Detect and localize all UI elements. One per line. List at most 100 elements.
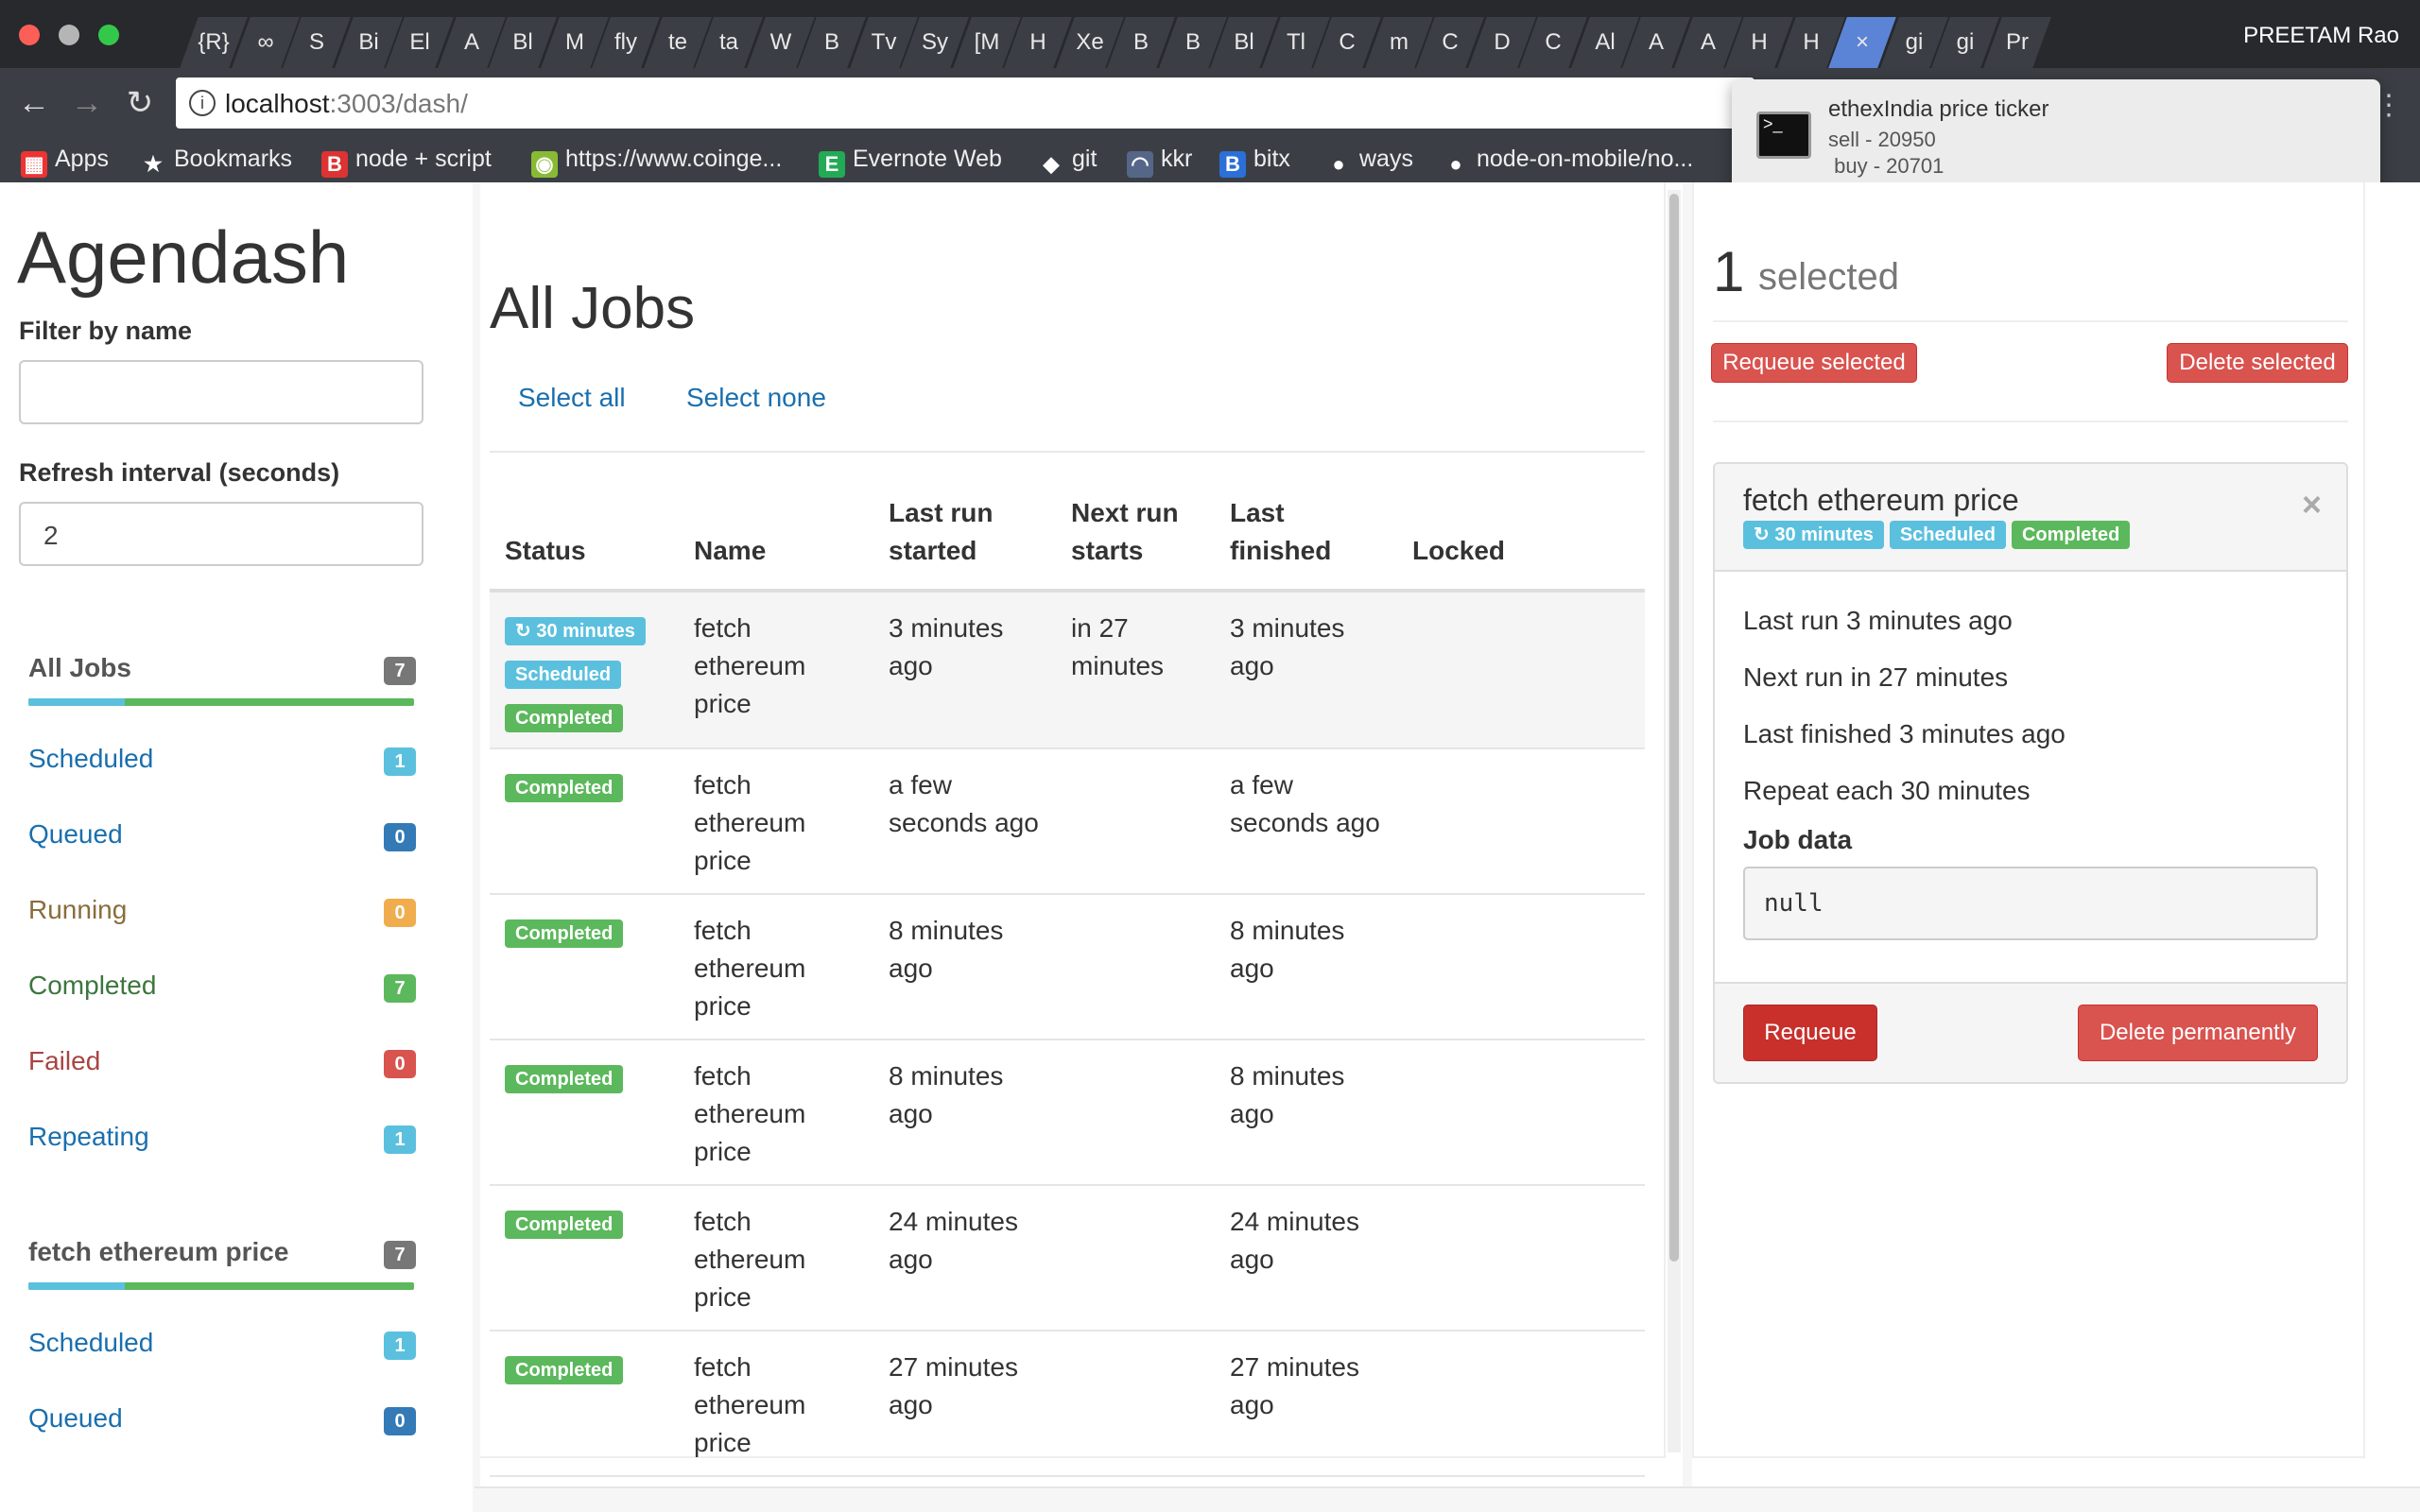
browser-tab-label: Al: [1594, 29, 1616, 55]
bookmark-icon: ★: [144, 152, 163, 176]
filter-input[interactable]: [19, 360, 424, 424]
bookmark-item[interactable]: E Evernote Web: [819, 142, 1002, 178]
progress-queued-segment: [28, 698, 125, 706]
bookmark-label: ways: [1359, 146, 1413, 172]
badge-text: Completed: [515, 1214, 614, 1235]
nav-count-badge: 0: [384, 899, 416, 927]
close-window-button[interactable]: [19, 25, 40, 45]
bookmark-icon: ●: [1449, 152, 1462, 176]
bookmark-item[interactable]: ▦ Apps: [21, 142, 109, 178]
bookmark-icon: B: [321, 151, 348, 178]
detail-repeat: Repeat each 30 minutes: [1743, 776, 2031, 805]
nav-queued[interactable]: Queued 0: [28, 1403, 416, 1435]
table-row[interactable]: Completed fetch ethereum price 24 minutes …: [490, 1185, 1645, 1332]
scheduled-badge: Scheduled: [1889, 521, 2006, 549]
bookmark-item[interactable]: Bnode + script: [321, 142, 492, 178]
refresh-interval-input[interactable]: 2: [19, 502, 424, 566]
browser-tab-label: ×: [1855, 29, 1869, 55]
browser-tab-label: ∞: [256, 29, 274, 55]
nav-group-fetch-ethereum-price[interactable]: fetch ethereum price 7: [28, 1237, 416, 1269]
bookmark-item[interactable]: ● node-on-mobile/no...: [1443, 142, 1693, 176]
browser-tab-label: gi: [1905, 29, 1923, 55]
detail-last-run: Last run 3 minutes ago: [1743, 606, 2013, 635]
requeue-button[interactable]: Requeue: [1743, 1005, 1877, 1061]
forward-arrow-icon[interactable]: →: [68, 85, 106, 123]
bookmark-item[interactable]: ◠ kkr: [1127, 142, 1192, 178]
bookmark-item[interactable]: ◆ git: [1038, 142, 1098, 176]
next-run-cell: [1056, 1040, 1215, 1186]
url-path: :3003/dash/: [329, 89, 468, 118]
browser-tab-label: ta: [718, 29, 738, 55]
completed-badge: Completed: [505, 1356, 624, 1384]
table-row[interactable]: ↻ 30 minutes Scheduled Completed fetch ethe…: [490, 591, 1645, 749]
nav-repeating[interactable]: Repeating 1: [28, 1122, 416, 1154]
nav-count-badge: 0: [384, 823, 416, 851]
refresh-label: Refresh interval (seconds): [19, 458, 340, 487]
jobs-table: Status Name Last run started Next run start…: [490, 494, 1645, 1477]
table-row[interactable]: Completed fetch ethereum price 8 minutes a…: [490, 894, 1645, 1040]
bookmark-item[interactable]: ★ Bookmarks: [140, 142, 292, 176]
bookmark-item[interactable]: Bbitx: [1219, 142, 1290, 178]
profile-name[interactable]: PREETAM Rao: [2243, 23, 2399, 49]
column-header-last-finished[interactable]: Last finished: [1215, 494, 1397, 593]
table-row[interactable]: Completed fetch ethereum price 8 minutes a…: [490, 1040, 1645, 1186]
browser-tab-label: Bl: [512, 29, 533, 55]
completed-badge: Completed: [505, 1211, 624, 1239]
url-text[interactable]: localhost:3003/dash/: [225, 89, 468, 119]
column-divider: [473, 182, 480, 1512]
last-finished-cell: 24 minutes ago: [1215, 1185, 1397, 1332]
nav-label: Scheduled: [28, 744, 154, 773]
notification-sell: sell - 20950: [1828, 128, 1936, 151]
table-row[interactable]: Completed fetch ethereum price a few secon…: [490, 748, 1645, 895]
jobs-scrollbar[interactable]: [1668, 190, 1681, 1452]
info-icon[interactable]: i: [189, 90, 216, 116]
nav-queued[interactable]: Queued 0: [28, 819, 416, 851]
requeue-selected-button[interactable]: Requeue selected: [1711, 343, 1917, 383]
bookmark-item[interactable]: ◉ https://www.coinge...: [531, 142, 782, 178]
back-arrow-icon[interactable]: ←: [15, 85, 53, 123]
name-cell: fetch ethereum price: [679, 1040, 873, 1186]
status-cell: Completed: [490, 894, 679, 1040]
browser-tab-label: B: [1184, 29, 1201, 55]
last-finished-cell: a few seconds ago: [1215, 748, 1397, 895]
column-header-status[interactable]: Status: [490, 494, 679, 593]
column-header-name[interactable]: Name: [679, 494, 873, 593]
jobs-title: All Jobs: [490, 276, 696, 341]
nav-completed[interactable]: Completed 7: [28, 971, 416, 1003]
delete-permanently-button[interactable]: Delete permanently: [2078, 1005, 2318, 1061]
progress-queued-segment: [28, 1282, 125, 1290]
scrollbar-thumb[interactable]: [1669, 194, 1679, 1262]
locked-cell: [1397, 894, 1645, 1040]
column-header-next-run-starts[interactable]: Next run starts: [1056, 494, 1215, 593]
select-none-link[interactable]: Select none: [686, 383, 826, 413]
nav-failed[interactable]: Failed 0: [28, 1046, 416, 1078]
repeat-interval-badge: ↻ 30 minutes: [1743, 521, 1884, 549]
sidebar: Agendash Filter by name Refresh interval…: [0, 182, 456, 1512]
reload-icon[interactable]: ↻: [121, 85, 159, 123]
url-host: localhost: [225, 89, 330, 118]
browser-tab-label: El: [409, 29, 430, 55]
delete-selected-button[interactable]: Delete selected: [2167, 343, 2348, 383]
close-icon[interactable]: ×: [2302, 485, 2322, 524]
select-all-link[interactable]: Select all: [518, 383, 626, 413]
badge-text: Completed: [515, 708, 614, 729]
address-bar[interactable]: i localhost:3003/dash/: [176, 77, 1754, 129]
table-row[interactable]: Completed fetch ethereum price 27 minutes …: [490, 1331, 1645, 1477]
locked-cell: [1397, 1185, 1645, 1332]
maximize-window-button[interactable]: [98, 25, 119, 45]
column-header-last-run-started[interactable]: Last run started: [873, 494, 1056, 593]
nav-scheduled[interactable]: Scheduled 1: [28, 744, 416, 776]
horizontal-scrollbar[interactable]: [475, 1486, 2420, 1512]
next-run-cell: [1056, 1331, 1215, 1477]
bookmark-item[interactable]: ● ways: [1325, 142, 1413, 176]
minimize-window-button[interactable]: [59, 25, 79, 45]
last-run-cell: 8 minutes ago: [873, 1040, 1056, 1186]
desktop-notification[interactable]: >_ ethexIndia price ticker sell - 20950 …: [1732, 79, 2380, 198]
browser-tab-label: M: [564, 29, 584, 55]
column-divider: [1683, 182, 1692, 1512]
nav-running[interactable]: Running 0: [28, 895, 416, 927]
nav-scheduled[interactable]: Scheduled 1: [28, 1328, 416, 1360]
nav-all-jobs[interactable]: All Jobs 7: [28, 653, 416, 685]
column-header-locked[interactable]: Locked: [1397, 494, 1645, 593]
detail-next-run: Next run in 27 minutes: [1743, 662, 2009, 692]
